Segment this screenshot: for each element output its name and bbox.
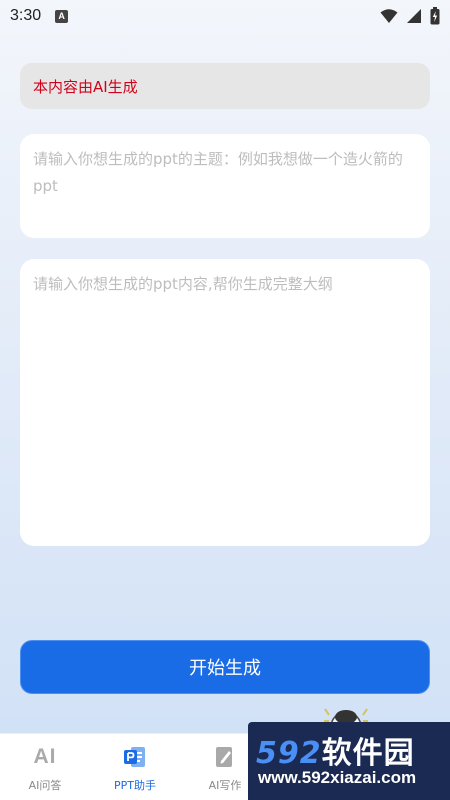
- nav-label-ai-write: AI写作: [208, 779, 242, 792]
- signal-icon: [407, 9, 421, 23]
- write-icon: [213, 743, 237, 771]
- status-bar: 3:30 A: [0, 0, 450, 32]
- nav-item-ppt-assistant[interactable]: PPT助手: [90, 734, 180, 800]
- notice-text: 本内容由AI生成: [33, 77, 138, 96]
- topic-input[interactable]: 请输入你想生成的ppt的主题：例如我想做一个造火箭的ppt: [20, 134, 430, 238]
- ai-glyph: AI: [33, 745, 57, 768]
- start-generate-button[interactable]: 开始生成: [20, 640, 430, 694]
- notification-icon: A: [55, 9, 69, 23]
- ai-icon: AI: [34, 743, 57, 771]
- watermark-brand: 软件园: [321, 736, 415, 771]
- wifi-icon: [380, 9, 398, 23]
- topic-input-placeholder: 请输入你想生成的ppt的主题：例如我想做一个造火箭的ppt: [33, 150, 403, 195]
- nav-label-ai-qa: AI问答: [28, 779, 62, 792]
- start-generate-label: 开始生成: [189, 658, 261, 679]
- watermark-url: www.592xiazai.com: [258, 768, 417, 787]
- watermark-logo: 592软件园: [256, 728, 415, 772]
- ppt-icon: [122, 743, 148, 771]
- status-time: 3:30: [10, 7, 42, 24]
- content-input[interactable]: 请输入你想生成的ppt内容,帮你生成完整大纲: [20, 259, 430, 546]
- battery-icon: [430, 7, 440, 25]
- watermark: 592软件园 www.592xiazai.com: [248, 722, 450, 800]
- nav-label-ppt-assistant: PPT助手: [114, 779, 156, 792]
- watermark-number: 592: [256, 736, 322, 771]
- ai-generated-notice: 本内容由AI生成: [20, 63, 430, 109]
- content-input-placeholder: 请输入你想生成的ppt内容,帮你生成完整大纲: [33, 275, 333, 293]
- nav-item-ai-qa[interactable]: AI AI问答: [0, 734, 90, 800]
